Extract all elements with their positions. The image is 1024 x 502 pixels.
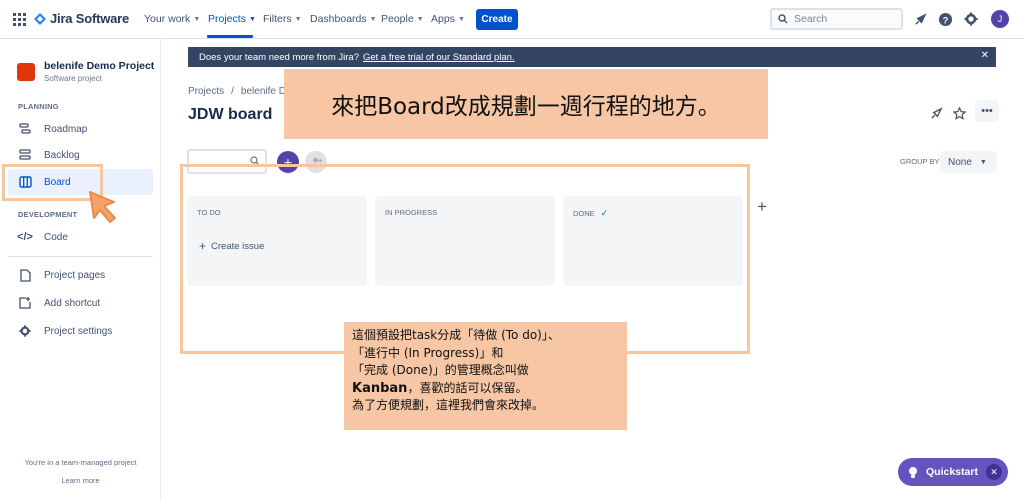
nav-filters[interactable]: Filters ▼ — [263, 13, 302, 25]
more-options-button[interactable]: ••• — [975, 100, 999, 122]
nav-apps[interactable]: Apps ▼ — [431, 13, 465, 25]
brand-name: Jira Software — [50, 11, 130, 26]
chevron-down-icon: ▼ — [294, 15, 302, 23]
sidebar-item-roadmap[interactable]: Roadmap — [8, 116, 153, 142]
chevron-down-icon: ▼ — [416, 15, 424, 23]
search-input[interactable]: Search — [770, 8, 903, 30]
sidebar-item-label: Backlog — [44, 149, 80, 161]
project-name[interactable]: belenife Demo Project — [44, 60, 154, 72]
note-line-4-rest: ，喜歡的話可以保留。 — [407, 380, 528, 395]
jira-logo[interactable]: Jira Software — [34, 11, 129, 26]
roadmap-icon — [18, 122, 32, 136]
lightbulb-icon — [909, 466, 917, 478]
project-type: Software project — [44, 74, 102, 83]
gear-icon — [18, 324, 32, 338]
user-avatar[interactable]: J — [991, 10, 1009, 28]
breadcrumb-separator: / — [231, 86, 234, 97]
chevron-down-icon: ▼ — [248, 15, 256, 23]
quickstart-button[interactable]: Quickstart ✕ — [898, 458, 1008, 486]
close-icon[interactable]: ✕ — [986, 464, 1002, 480]
page-icon — [18, 268, 32, 282]
star-icon[interactable] — [949, 103, 969, 123]
search-icon — [778, 14, 788, 24]
note-kanban-term: Kanban — [352, 380, 408, 396]
note-line-4: Kanban，喜歡的話可以保留。 — [352, 380, 619, 398]
chevron-down-icon: ▼ — [979, 158, 987, 166]
release-icon[interactable] — [926, 103, 946, 123]
backlog-icon — [18, 148, 32, 162]
help-icon[interactable]: ? — [937, 11, 953, 27]
page-title: JDW board — [188, 106, 273, 123]
note-line-5: 為了方便規劃，這裡我們會來改掉。 — [352, 398, 545, 412]
breadcrumb-projects[interactable]: Projects — [188, 86, 224, 97]
chevron-down-icon: ▼ — [369, 15, 377, 23]
nav-your-work[interactable]: Your work ▼ — [144, 13, 200, 25]
note-line-3: 「完成 (Done)」的管理概念叫做 — [352, 363, 529, 377]
tutorial-title-callout: 來把Board改成規劃一週行程的地方。 — [284, 69, 768, 139]
top-navigation: Jira Software Your work ▼ Projects ▼ Filte… — [0, 0, 1024, 39]
nav-label: Dashboards — [310, 13, 367, 25]
add-shortcut-icon — [18, 296, 32, 310]
tutorial-note-callout: 這個預設把task分成「待做 (To do)」、 「進行中 (In Progre… — [344, 322, 627, 430]
group-by-label: GROUP BY — [900, 157, 940, 166]
sidebar-item-add-shortcut[interactable]: Add shortcut — [8, 290, 153, 316]
add-column-button[interactable]: + — [752, 197, 772, 217]
cursor-pointer-icon — [89, 191, 116, 223]
create-button[interactable]: Create — [476, 9, 518, 30]
learn-more-link[interactable]: Learn more — [0, 476, 161, 485]
note-line-1: 這個預設把task分成「待做 (To do)」、 — [352, 328, 560, 342]
sidebar-item-label: Roadmap — [44, 123, 88, 135]
group-by-value: None — [948, 156, 972, 168]
breadcrumb: Projects / belenife De — [188, 86, 292, 97]
app-switcher-icon[interactable] — [13, 13, 26, 26]
upgrade-banner: Does your team need more from Jira? Get … — [188, 47, 996, 67]
nav-label: People — [381, 13, 414, 25]
nav-label: Apps — [431, 13, 455, 25]
code-icon: </> — [17, 231, 33, 243]
sidebar-item-project-settings[interactable]: Project settings — [8, 318, 153, 344]
nav-label: Filters — [263, 13, 292, 25]
nav-people[interactable]: People ▼ — [381, 13, 424, 25]
sidebar-item-label: Project pages — [44, 269, 106, 281]
settings-gear-icon[interactable] — [963, 11, 979, 27]
project-avatar-icon — [17, 63, 35, 81]
nav-projects[interactable]: Projects ▼ — [208, 13, 256, 25]
development-section-label: DEVELOPMENT — [18, 210, 78, 219]
sidebar-item-label: Code — [44, 231, 68, 243]
group-by-select[interactable]: None ▼ — [940, 151, 997, 173]
chevron-down-icon: ▼ — [457, 15, 465, 23]
planning-section-label: PLANNING — [18, 102, 59, 111]
nav-dashboards[interactable]: Dashboards ▼ — [310, 13, 377, 25]
jira-logo-icon — [34, 12, 46, 25]
team-managed-note: You're in a team-managed project — [24, 458, 137, 467]
sidebar-item-project-pages[interactable]: Project pages — [8, 262, 153, 288]
banner-text: Does your team need more from Jira? — [199, 51, 359, 63]
active-nav-indicator — [207, 35, 253, 38]
project-sidebar: belenife Demo Project Software project P… — [0, 39, 161, 502]
banner-trial-link[interactable]: Get a free trial of our Standard plan. — [363, 52, 515, 63]
nav-label: Projects — [208, 13, 246, 25]
notifications-icon[interactable] — [912, 11, 928, 27]
sidebar-divider — [8, 256, 153, 257]
close-icon[interactable]: ✕ — [981, 50, 989, 61]
search-placeholder: Search — [794, 13, 828, 25]
note-line-2: 「進行中 (In Progress)」和 — [352, 345, 504, 360]
sidebar-item-code[interactable]: </> Code — [8, 224, 153, 250]
svg-text:?: ? — [942, 15, 948, 25]
sidebar-item-label: Project settings — [44, 325, 113, 337]
sidebar-item-label: Add shortcut — [44, 297, 101, 309]
nav-label: Your work — [144, 13, 191, 25]
chevron-down-icon: ▼ — [193, 15, 201, 23]
quickstart-label: Quickstart — [926, 466, 978, 478]
